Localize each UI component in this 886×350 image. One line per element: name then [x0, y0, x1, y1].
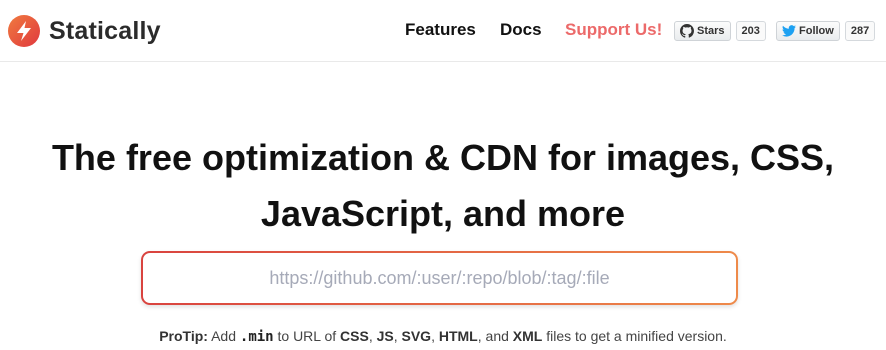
twitter-follow-count[interactable]: 287 [844, 21, 876, 41]
protip-text-part: to URL of [273, 328, 341, 344]
hero-title-line1: The free optimization & CDN for images, … [51, 137, 835, 178]
twitter-follow-label: Follow [799, 25, 834, 37]
protip-svg: SVG [401, 328, 432, 344]
brand-logo-link[interactable]: Statically [8, 12, 161, 50]
protip-js: JS [376, 328, 394, 344]
github-stars-widget: Stars 203 [674, 21, 766, 41]
twitter-follow-button[interactable]: Follow [776, 21, 840, 41]
github-stars-button[interactable]: Stars [674, 21, 731, 41]
protip-text-part: Add [207, 328, 240, 344]
protip-separator: , [431, 328, 439, 344]
protip-html: HTML [438, 328, 478, 344]
protip-separator: , and [477, 328, 513, 344]
nav-features-link[interactable]: Features [405, 20, 476, 40]
protip-separator: , [368, 328, 377, 344]
lightning-bolt-icon [8, 15, 40, 47]
github-icon [680, 24, 694, 38]
url-input[interactable] [141, 251, 738, 305]
hero-title-line2: JavaScript, and more [260, 193, 626, 234]
nav-docs-link[interactable]: Docs [500, 20, 542, 40]
twitter-icon [782, 25, 796, 37]
nav-support-link[interactable]: Support Us! [565, 20, 662, 40]
brand-name: Statically [49, 16, 161, 45]
protip-css: CSS [340, 328, 369, 344]
hero-title: The free optimization & CDN for images, … [0, 130, 886, 242]
github-stars-label: Stars [697, 25, 725, 37]
protip-code: .min [239, 329, 274, 345]
protip-text: ProTip: Add .min to URL of CSS, JS, SVG,… [0, 328, 886, 345]
protip-text-part: files to get a minified version. [542, 328, 727, 344]
twitter-follow-widget: Follow 287 [776, 21, 876, 41]
protip-xml: XML [512, 328, 543, 344]
protip-label: ProTip: [159, 328, 208, 344]
site-header: Statically Features Docs Support Us! Sta… [0, 0, 886, 62]
github-stars-count[interactable]: 203 [735, 21, 766, 41]
protip-separator: , [393, 328, 402, 344]
